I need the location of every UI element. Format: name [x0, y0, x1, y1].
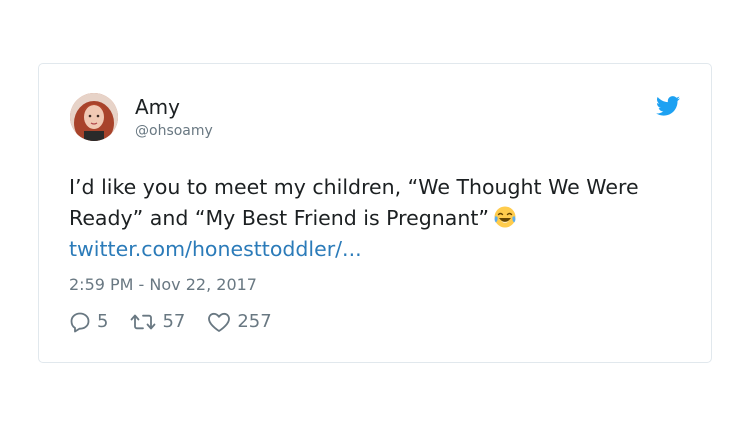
retweet-icon: [131, 314, 156, 330]
retweet-button[interactable]: 57: [130, 311, 185, 333]
like-count: 257: [237, 311, 272, 332]
author-avatar[interactable]: [70, 93, 118, 141]
tweet-text: I’d like you to meet my children, “We Th…: [69, 175, 639, 230]
heart-icon: [208, 312, 231, 332]
twitter-bird-icon[interactable]: [656, 96, 680, 116]
tweet-body: I’d like you to meet my children, “We Th…: [69, 172, 689, 265]
tweet-actions: 5 57 257: [69, 311, 294, 333]
tweet-link[interactable]: twitter.com/honesttoddler/...: [69, 237, 362, 261]
face-with-tears-of-joy-icon: [493, 205, 517, 229]
reply-icon: [70, 312, 90, 333]
retweet-count: 57: [162, 311, 186, 332]
reply-count: 5: [97, 311, 109, 332]
avatar-image: [70, 93, 118, 141]
tweet-card[interactable]: Amy @ohsoamy I’d like you to meet my chi…: [38, 63, 712, 363]
reply-button[interactable]: 5: [69, 311, 108, 333]
author-display-name[interactable]: Amy: [135, 95, 180, 119]
tweet-timestamp[interactable]: 2:59 PM - Nov 22, 2017: [69, 275, 257, 295]
author-handle[interactable]: @ohsoamy: [135, 122, 213, 140]
like-button[interactable]: 257: [207, 311, 272, 333]
